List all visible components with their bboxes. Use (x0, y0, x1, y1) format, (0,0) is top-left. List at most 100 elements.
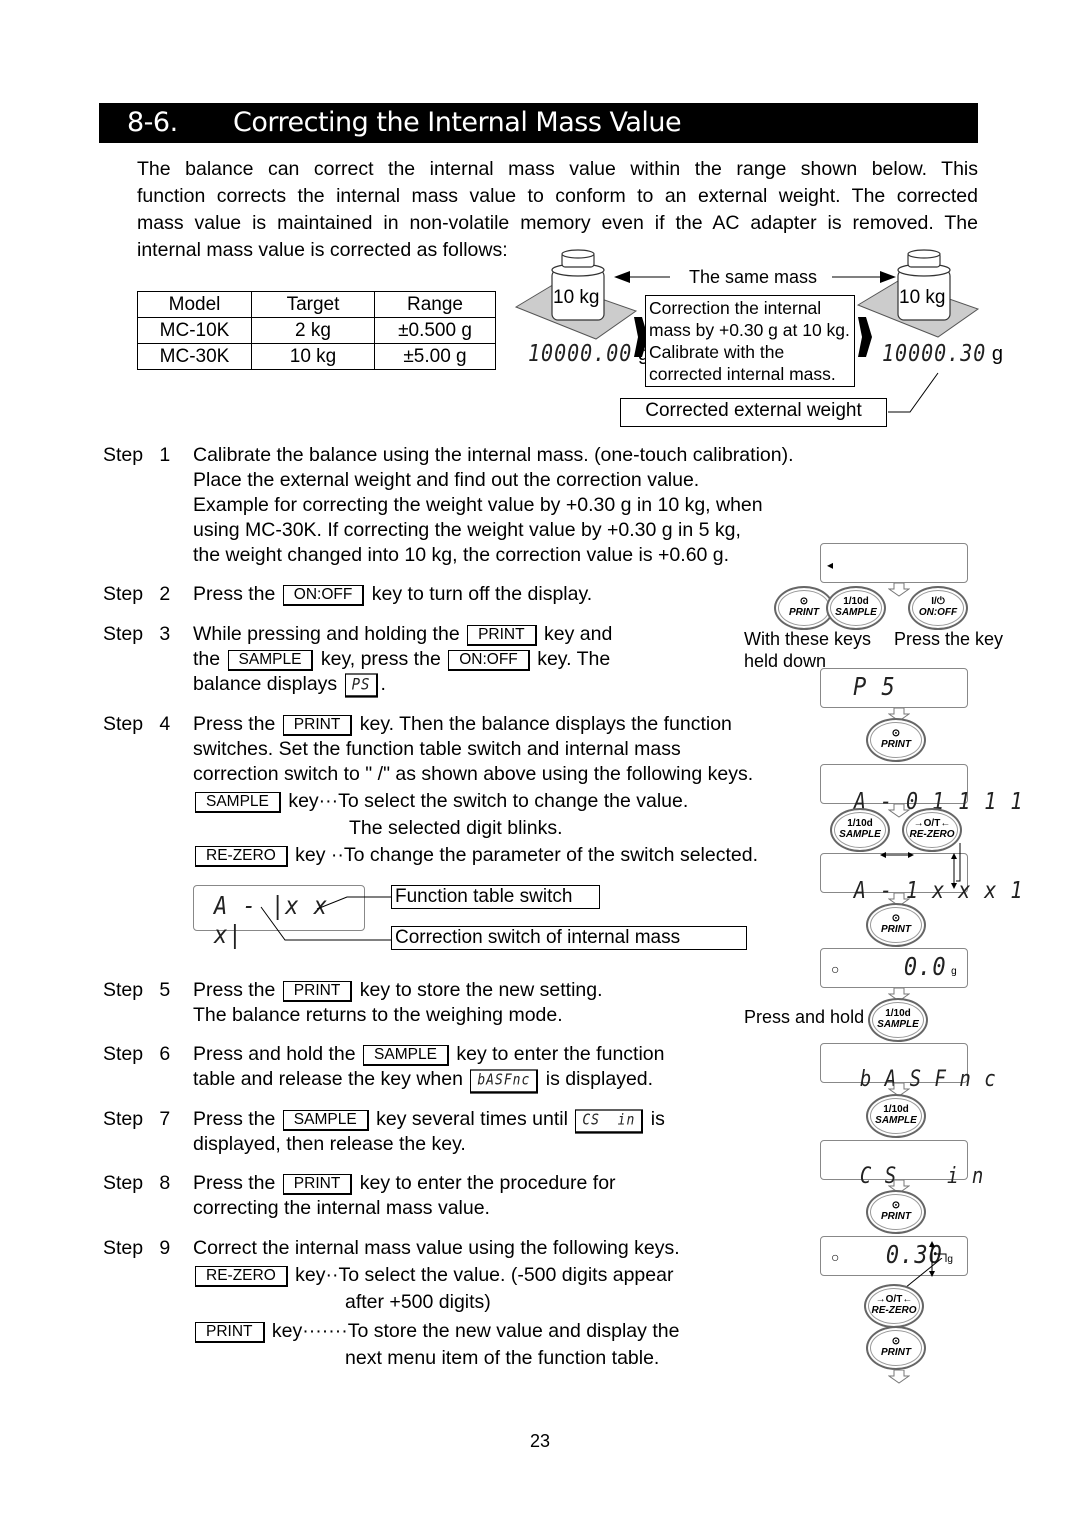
step-text-part: is (650, 1108, 665, 1130)
note-line: mass by +0.30 g at 10 kg. (649, 320, 850, 340)
sample-symbol: 1/10d (885, 1008, 911, 1019)
step-word: Step (103, 444, 144, 466)
function-table-switch-label: Function table switch (391, 885, 600, 909)
step-8-text: Press the PRINT key to enter the procedu… (193, 1171, 616, 1221)
stable-indicator-icon: ○ (831, 1249, 840, 1265)
step-line: Correct the internal mass value using th… (193, 1237, 680, 1259)
step-text-part: Press and hold the (193, 1043, 356, 1065)
key-description: next menu item of the function table. (345, 1347, 660, 1369)
step-5-label: Step 5 (103, 978, 183, 1003)
step-6-label: Step 6 (103, 1042, 183, 1067)
print-symbol: ⊙ (891, 728, 901, 739)
key-description: key ··To change the parameter of the swi… (295, 844, 758, 866)
step-line: the weight changed into 10 kg, the corre… (193, 544, 730, 566)
step-5-text: Press the PRINT key to store the new set… (193, 978, 603, 1028)
weight-right-icon (897, 249, 951, 321)
press-the-key-caption: Press the key (894, 629, 1004, 649)
print-key-icon: ⊙ PRINT (866, 1190, 926, 1234)
step-word: Step (103, 583, 144, 605)
step-9-text: Correct the internal mass value using th… (193, 1236, 680, 1371)
note-line: Calibrate with the (649, 342, 785, 362)
table-row: MC-10K 2 kg ±0.500 g (137, 317, 496, 344)
step-8-label: Step 8 (103, 1171, 183, 1196)
step-line: correction switch to " /" as shown above… (193, 763, 754, 785)
key-description: key··To select the value. (-500 digits a… (295, 1264, 674, 1286)
re-zero-key-label: RE-ZERO (195, 846, 288, 867)
print-key-icon: ⊙ PRINT (866, 903, 926, 947)
step-line: displayed, then release the key. (193, 1133, 466, 1155)
table-header: Target (251, 291, 375, 318)
step-2-text: Press the ON:OFF key to turn off the dis… (193, 582, 592, 607)
step-7-label: Step 7 (103, 1107, 183, 1132)
key-description: The selected digit blinks. (349, 817, 563, 839)
step-number: 2 (159, 583, 171, 605)
re-zero-symbol: →O/T← (875, 1294, 913, 1305)
table-cell: 10 kg (251, 343, 375, 370)
key-caption: PRINT (881, 924, 911, 935)
print-key-label: PRINT (282, 1174, 353, 1195)
step-line: The balance returns to the weighing mode… (193, 1004, 563, 1026)
intro-line-2: function corrects the internal mass valu… (137, 185, 978, 207)
step-text-part: Press the (193, 1108, 276, 1130)
step-line: using MC-30K. If correcting the weight v… (193, 519, 741, 541)
table-row: MC-30K 10 kg ±5.00 g (137, 343, 496, 370)
print-key-label: PRINT (282, 715, 353, 736)
step-text-part: key to turn off the display. (371, 583, 593, 605)
reading-before: 10000.00 g (528, 339, 649, 367)
weight-left-icon (551, 249, 605, 321)
step-3-text: While pressing and holding the PRINT key… (193, 622, 613, 698)
step-word: Step (103, 979, 144, 1001)
step-text-part: key to store the new setting. (359, 979, 603, 1001)
down-arrow-icon (888, 1370, 910, 1384)
inline-display-ps: PS (344, 673, 379, 698)
sample-symbol: 1/10d (843, 596, 869, 607)
step-4-text: Press the PRINT key. Then the balance di… (193, 712, 758, 868)
page-number: 23 (529, 1431, 551, 1451)
print-symbol: ⊙ (799, 596, 809, 607)
sample-key-label: SAMPLE (227, 650, 314, 671)
step-number: 8 (159, 1172, 171, 1194)
table-cell: ±5.00 g (374, 343, 496, 370)
print-key-icon: ⊙ PRINT (774, 586, 834, 630)
unit-label: g (951, 966, 957, 977)
arrow-right-icon (858, 317, 872, 357)
display-csin: C S i n (820, 1140, 983, 1189)
table-header: Model (137, 291, 252, 318)
note-line: Correction the internal (649, 298, 822, 318)
step-text-part: key and (544, 623, 613, 645)
step-text-part: key. The (537, 648, 611, 670)
step-text-part: Press the (193, 713, 276, 735)
key-caption: SAMPLE (839, 829, 881, 840)
same-mass-label: The same mass (689, 267, 818, 287)
step-line: Example for correcting the weight value … (193, 494, 763, 516)
step-line: switches. Set the function table switch … (193, 738, 681, 760)
step-number: 9 (159, 1237, 171, 1259)
print-symbol: ⊙ (891, 913, 901, 924)
note-line: corrected internal mass. (649, 364, 836, 384)
step-text-part: key several times until (376, 1108, 568, 1130)
weight-right-label: 10 kg (899, 287, 946, 308)
step-4-label: Step 4 (103, 712, 183, 737)
sample-symbol: 1/10d (847, 818, 873, 829)
step-1-label: Step 1 (103, 443, 183, 468)
table-cell: 2 kg (251, 317, 375, 344)
switch-select-arrows (880, 843, 961, 889)
print-key-label: PRINT (195, 1322, 265, 1343)
sample-key-label: SAMPLE (363, 1045, 449, 1066)
print-key-label: PRINT (282, 981, 353, 1002)
stable-indicator-icon: ○ (831, 961, 840, 977)
step-1-text: Calibrate the balance using the internal… (193, 443, 794, 568)
print-symbol: ⊙ (891, 1336, 901, 1347)
step-text-part: . (380, 673, 386, 695)
on-off-symbol: I/⏻ (931, 596, 945, 607)
corrected-external-weight-box: Corrected external weight (620, 398, 887, 427)
section-title-bar: 8-6. Correcting the Internal Mass Value (99, 103, 978, 143)
step-text-part: key to enter the procedure for (359, 1172, 616, 1194)
print-key-icon: ⊙ PRINT (866, 718, 926, 762)
sample-key-label: SAMPLE (195, 792, 281, 813)
display-zero-value: 0.0 (903, 953, 947, 982)
key-caption: RE-ZERO (871, 1305, 917, 1316)
step-text-part: the (193, 648, 221, 670)
step-word: Step (103, 713, 144, 735)
key-caption: SAMPLE (835, 607, 877, 618)
